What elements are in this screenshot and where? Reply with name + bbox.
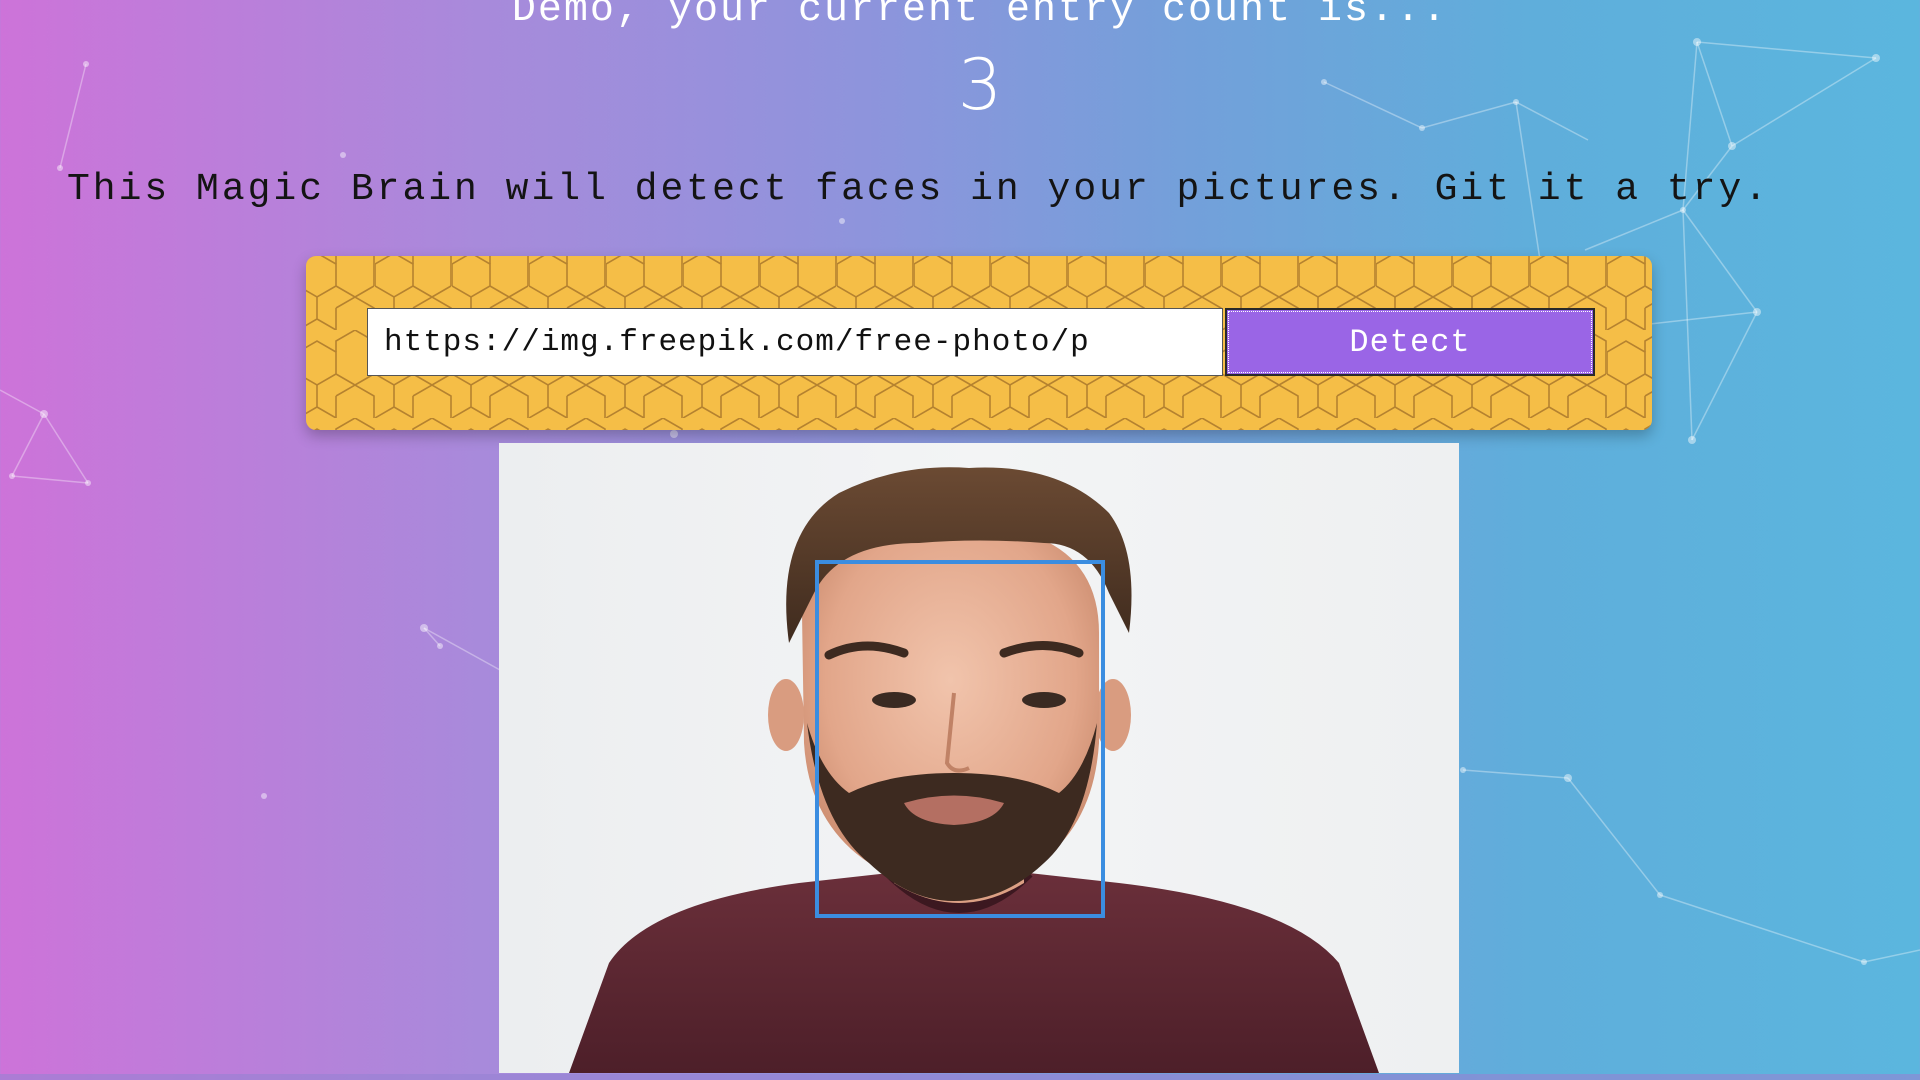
- face-bounding-box: [815, 560, 1105, 918]
- image-link-form: Detect: [306, 256, 1652, 430]
- image-url-input[interactable]: [367, 308, 1223, 376]
- page-bottom-edge: [0, 1074, 1920, 1080]
- entry-count-value: 3: [957, 44, 1003, 126]
- tagline: This Magic Brain will detect faces in yo…: [67, 168, 1771, 211]
- app-content: Demo, your current entry count is... 3 T…: [0, 0, 1920, 1080]
- entry-count-greeting: Demo, your current entry count is...: [511, 0, 1449, 33]
- detect-button[interactable]: Detect: [1225, 308, 1595, 376]
- detection-image: [499, 443, 1459, 1073]
